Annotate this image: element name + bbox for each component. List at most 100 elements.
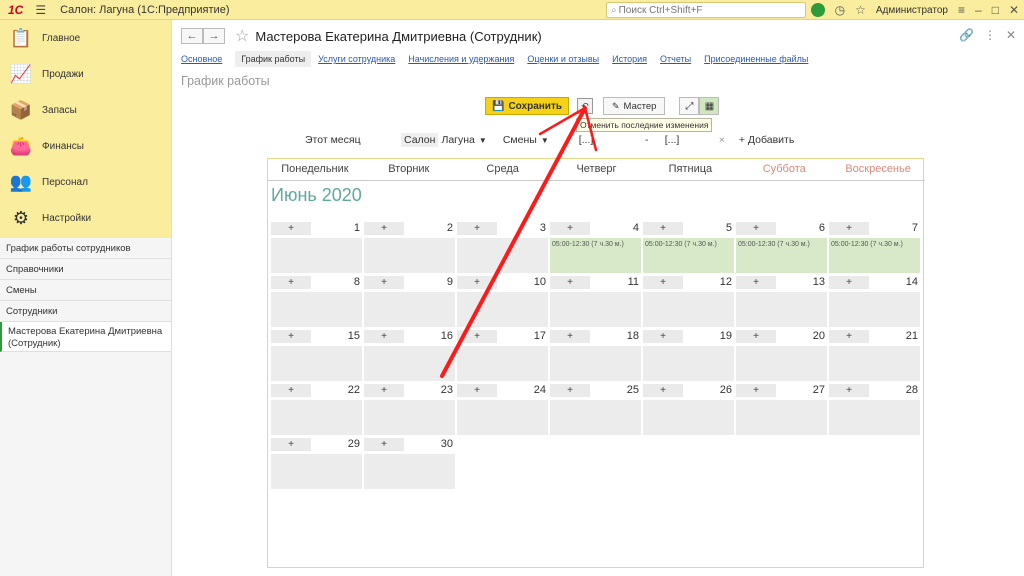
day-body[interactable] — [457, 400, 548, 435]
add-shift-button[interactable]: + — [271, 438, 311, 451]
link-icon[interactable]: 🔗 — [959, 28, 974, 42]
sidebar-section-stock[interactable]: 📦 Запасы — [0, 92, 171, 128]
day-body[interactable] — [736, 292, 827, 327]
tab-reviews[interactable]: Оценки и отзывы — [527, 52, 599, 66]
calendar-day[interactable]: +21 — [829, 330, 920, 381]
favorites-star-icon[interactable]: ☆ — [855, 3, 866, 17]
calendar-day[interactable]: +6 05:00-12:30 (7 ч.30 м.) — [736, 222, 827, 273]
day-body[interactable] — [271, 400, 362, 435]
day-body[interactable] — [829, 400, 920, 435]
day-body[interactable] — [271, 346, 362, 381]
calendar-day[interactable]: +25 — [550, 384, 641, 435]
day-body[interactable] — [271, 454, 362, 489]
add-shift-button[interactable]: + — [643, 222, 683, 235]
add-shift-button[interactable]: + — [736, 222, 776, 235]
add-shift-button[interactable]: + — [736, 276, 776, 289]
shift-time[interactable]: 05:00-12:30 (7 ч.30 м.) — [829, 238, 920, 248]
add-shift-button[interactable]: + — [457, 330, 497, 343]
day-body[interactable] — [364, 238, 455, 273]
tab-accruals[interactable]: Начисления и удержания — [408, 52, 514, 66]
calendar-day[interactable]: +10 — [457, 276, 548, 327]
day-body[interactable] — [364, 346, 455, 381]
calendar-day[interactable]: +2 — [364, 222, 455, 273]
day-body[interactable] — [736, 346, 827, 381]
calendar-day[interactable]: +14 — [829, 276, 920, 327]
range-to-field[interactable]: [...] — [665, 134, 715, 146]
calendar-day[interactable]: +27 — [736, 384, 827, 435]
day-body[interactable] — [829, 292, 920, 327]
sidebar-item-employees[interactable]: Сотрудники — [0, 301, 171, 322]
calendar-day[interactable]: +15 — [271, 330, 362, 381]
day-body[interactable] — [829, 346, 920, 381]
tab-main[interactable]: Основное — [181, 52, 222, 66]
history-icon[interactable]: ◷ — [835, 3, 845, 17]
grid-view-icon[interactable]: ▦ — [699, 97, 720, 115]
add-shift-button[interactable]: + — [643, 276, 683, 289]
close-icon[interactable]: ✕ — [1009, 3, 1019, 17]
back-arrow-icon[interactable]: ← — [181, 28, 203, 44]
add-shift-button[interactable]: + — [550, 330, 590, 343]
add-shift-button[interactable]: + — [643, 330, 683, 343]
add-shift-button[interactable]: + — [364, 384, 404, 397]
undo-button[interactable]: ↶ — [577, 98, 593, 114]
shift-time[interactable]: 05:00-12:30 (7 ч.30 м.) — [736, 238, 827, 248]
calendar-day[interactable]: +7 05:00-12:30 (7 ч.30 м.) — [829, 222, 920, 273]
day-body[interactable] — [457, 292, 548, 327]
add-shift-button[interactable]: + — [271, 330, 311, 343]
global-search[interactable]: ⌕ — [606, 2, 806, 18]
calendar-day[interactable]: +20 — [736, 330, 827, 381]
minimize-icon[interactable]: – — [975, 3, 982, 17]
add-shift-button[interactable]: + — [457, 222, 497, 235]
calendar-day[interactable]: +12 — [643, 276, 734, 327]
day-body[interactable] — [364, 400, 455, 435]
add-button[interactable]: + Добавить — [739, 134, 794, 146]
add-shift-button[interactable]: + — [550, 384, 590, 397]
calendar-day[interactable]: +24 — [457, 384, 548, 435]
add-shift-button[interactable]: + — [271, 222, 311, 235]
add-shift-button[interactable]: + — [829, 276, 869, 289]
day-body[interactable] — [364, 292, 455, 327]
calendar-day[interactable]: +22 — [271, 384, 362, 435]
day-body[interactable] — [457, 346, 548, 381]
calendar-day[interactable]: +28 — [829, 384, 920, 435]
day-body[interactable] — [643, 400, 734, 435]
shifts-filter[interactable]: Смены — [503, 134, 537, 146]
add-shift-button[interactable]: + — [643, 384, 683, 397]
calendar-day[interactable]: +30 — [364, 438, 455, 489]
hamburger-menu-icon[interactable]: ☰ — [35, 3, 46, 17]
day-body[interactable] — [271, 238, 362, 273]
master-button[interactable]: ✎ Мастер — [603, 97, 666, 115]
calendar-day[interactable]: +29 — [271, 438, 362, 489]
add-shift-button[interactable]: + — [829, 330, 869, 343]
calendar-day[interactable]: +1 — [271, 222, 362, 273]
calendar-day[interactable]: +18 — [550, 330, 641, 381]
add-shift-button[interactable]: + — [271, 276, 311, 289]
save-button[interactable]: 💾 Сохранить — [485, 97, 569, 115]
shift-time[interactable]: 05:00-12:30 (7 ч.30 м.) — [550, 238, 641, 248]
form-close-icon[interactable]: ✕ — [1006, 28, 1016, 42]
day-body[interactable] — [550, 346, 641, 381]
day-body[interactable]: 05:00-12:30 (7 ч.30 м.) — [550, 238, 641, 273]
tab-attached-files[interactable]: Присоединенные файлы — [704, 52, 808, 66]
calendar-day[interactable]: +11 — [550, 276, 641, 327]
tab-schedule[interactable]: График работы — [235, 51, 312, 67]
tab-services[interactable]: Услуги сотрудника — [318, 52, 395, 66]
tab-history[interactable]: История — [612, 52, 647, 66]
add-shift-button[interactable]: + — [364, 276, 404, 289]
add-shift-button[interactable]: + — [829, 222, 869, 235]
add-shift-button[interactable]: + — [364, 222, 404, 235]
day-body[interactable] — [643, 292, 734, 327]
sidebar-section-finance[interactable]: 👛 Финансы — [0, 128, 171, 164]
sidebar-item-shifts[interactable]: Смены — [0, 280, 171, 301]
add-shift-button[interactable]: + — [364, 330, 404, 343]
day-body[interactable] — [643, 346, 734, 381]
forward-arrow-icon[interactable]: → — [203, 28, 225, 44]
calendar-day[interactable]: +4 05:00-12:30 (7 ч.30 м.) — [550, 222, 641, 273]
day-body[interactable] — [736, 400, 827, 435]
sidebar-item-current-employee[interactable]: Мастерова Екатерина Дмитриевна (Сотрудни… — [0, 322, 171, 352]
calendar-day[interactable]: +23 — [364, 384, 455, 435]
calendar-day[interactable]: +26 — [643, 384, 734, 435]
day-body[interactable] — [364, 454, 455, 489]
sidebar-item-schedule[interactable]: График работы сотрудников — [0, 238, 171, 259]
day-body[interactable] — [550, 400, 641, 435]
